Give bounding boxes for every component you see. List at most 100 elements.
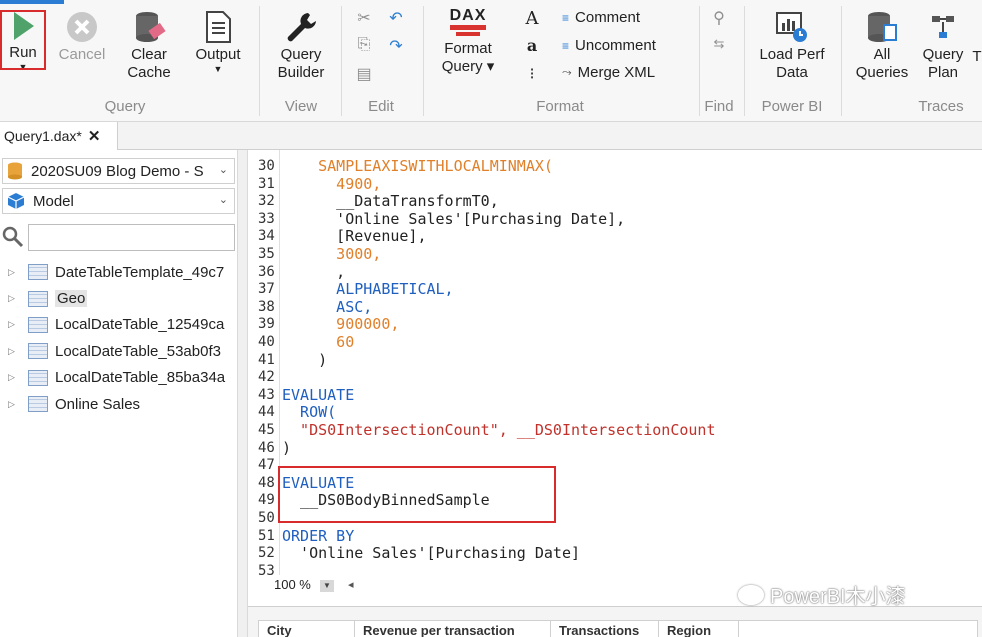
table-item[interactable]: ▷ LocalDateTable_85ba34a <box>0 365 238 391</box>
table-item[interactable]: ▷ DateTableTemplate_49c7 <box>0 259 238 285</box>
code-line: 60 <box>282 333 355 351</box>
cancel-button[interactable]: Cancel <box>54 10 110 64</box>
expand-icon[interactable]: ▷ <box>8 372 22 383</box>
perf-chart-icon <box>776 12 807 42</box>
align-icon[interactable]: ⁝ <box>521 64 543 84</box>
code-line: 3000, <box>282 245 382 263</box>
load-perf-label-2: Data <box>776 64 808 81</box>
code-line: 'Online Sales'[Purchasing Date] <box>282 544 581 563</box>
column-header[interactable]: Transactions <box>551 621 659 637</box>
comment-button[interactable]: ≡ Comment <box>562 9 640 26</box>
group-label-view: View <box>284 98 318 115</box>
format-query-label-2: Query ▾ <box>441 58 495 75</box>
output-label: Output <box>195 46 241 63</box>
document-tab-strip: Query1.dax* ✕ <box>0 122 982 150</box>
ribbon-separator <box>744 6 745 116</box>
query-builder-button[interactable]: Query Builder <box>270 10 332 82</box>
paste-icon[interactable]: ▤ <box>353 64 375 84</box>
connection-selector[interactable]: 2020SU09 Blog Demo - S ⌄ <box>2 158 235 184</box>
dax-logo-text: DAX <box>449 7 487 24</box>
merge-icon: ⤳ <box>562 65 572 79</box>
format-query-button[interactable]: DAX Format Query ▾ <box>436 8 500 76</box>
results-panel: City Revenue per transaction Transaction… <box>248 606 982 637</box>
table-icon <box>28 396 48 413</box>
clear-cache-icon <box>136 12 166 42</box>
table-item[interactable]: ▷ LocalDateTable_12549ca <box>0 312 238 338</box>
replace-icon[interactable]: ⇆ <box>708 36 730 52</box>
all-queries-button[interactable]: All Queries <box>850 10 914 82</box>
output-button[interactable]: Output ▼ <box>190 10 246 74</box>
query-builder-label-2: Builder <box>277 64 325 81</box>
table-label: LocalDateTable_53ab0f3 <box>55 342 221 360</box>
clear-cache-label-2: Cache <box>127 64 171 81</box>
expand-icon[interactable]: ▷ <box>8 346 22 357</box>
clear-cache-label-1: Clear <box>131 46 167 63</box>
metadata-search-input[interactable] <box>28 224 235 251</box>
table-label: LocalDateTable_85ba34a <box>55 369 226 387</box>
expand-icon[interactable]: ▷ <box>8 399 22 410</box>
tab-query1[interactable]: Query1.dax* ✕ <box>0 122 118 150</box>
code-line: 'Online Sales'[Purchasing Date], <box>282 209 626 228</box>
redo-icon[interactable]: ↷ <box>385 36 407 56</box>
database-icon <box>868 12 897 42</box>
scroll-left-icon[interactable]: ◂ <box>348 578 354 591</box>
database-icon <box>8 162 22 180</box>
run-highlight-box <box>0 10 46 70</box>
uncomment-button[interactable]: ≡ Uncomment <box>562 37 656 54</box>
group-label-power-bi: Power BI <box>761 98 823 115</box>
wechat-icon <box>738 584 764 605</box>
load-perf-data-button[interactable]: Load Perf Data <box>754 10 830 82</box>
format-query-label-1: Format <box>444 40 492 57</box>
query-plan-icon <box>932 16 954 38</box>
table-label: DateTableTemplate_49c7 <box>55 263 225 281</box>
group-label-edit: Edit <box>368 98 394 115</box>
output-dropdown-icon[interactable]: ▼ <box>190 64 246 74</box>
model-name: Model <box>33 192 74 210</box>
ribbon-overflow-button[interactable]: T <box>972 48 982 66</box>
expand-icon[interactable]: ▷ <box>8 319 22 330</box>
table-item[interactable]: ▷ LocalDateTable_53ab0f3 <box>0 338 238 364</box>
merge-xml-label: Merge XML <box>577 64 656 81</box>
cut-icon[interactable]: ✂ <box>353 8 375 28</box>
code-line: [Revenue], <box>282 227 427 246</box>
font-smaller-icon[interactable]: a <box>521 36 543 55</box>
ribbon-separator <box>341 6 342 116</box>
dax-formatter-icon: DAX <box>446 8 490 36</box>
table-label: LocalDateTable_12549ca <box>55 316 225 334</box>
uncomment-icon: ≡ <box>562 38 570 53</box>
panel-splitter[interactable] <box>238 150 248 637</box>
column-header[interactable]: Region <box>659 621 739 637</box>
ribbon-separator <box>699 6 700 116</box>
comment-label: Comment <box>575 9 641 26</box>
close-icon[interactable]: ✕ <box>88 127 101 145</box>
clear-cache-button[interactable]: Clear Cache <box>124 10 174 82</box>
column-header[interactable]: City <box>259 621 355 637</box>
find-icon[interactable]: ⚲ <box>708 8 730 28</box>
table-item[interactable]: ▷ Geo <box>0 285 238 311</box>
code-line: ORDER BY <box>282 526 355 545</box>
table-icon <box>28 290 48 307</box>
chevron-down-icon: ⌄ <box>218 194 228 206</box>
column-header[interactable]: Revenue per transaction <box>355 621 551 637</box>
merge-xml-button[interactable]: ⤳ Merge XML <box>562 64 655 81</box>
query-plan-button[interactable]: Query Plan <box>914 10 972 82</box>
code-line: ) <box>282 438 292 457</box>
expand-icon[interactable]: ▷ <box>8 293 22 304</box>
table-icon <box>28 264 48 281</box>
code-line: SAMPLEAXISWITHLOCALMINMAX( <box>282 157 553 175</box>
results-grid: City Revenue per transaction Transaction… <box>258 620 978 637</box>
highlight-box <box>278 466 556 523</box>
zoom-dropdown-icon[interactable]: ▼ <box>320 580 334 592</box>
model-selector[interactable]: Model ⌄ <box>2 188 235 214</box>
expand-icon[interactable]: ▷ <box>8 267 22 278</box>
undo-icon[interactable]: ↶ <box>385 8 407 28</box>
copy-icon[interactable]: ⎘ <box>353 36 375 54</box>
zoom-level: 100 % <box>274 577 311 592</box>
ribbon-overflow-label: T <box>972 48 982 65</box>
group-label-format: Format <box>536 98 584 115</box>
font-larger-icon[interactable]: A <box>521 8 543 29</box>
table-item[interactable]: ▷ Online Sales <box>0 391 238 417</box>
cancel-icon <box>67 12 97 42</box>
metadata-panel: 2020SU09 Blog Demo - S ⌄ Model ⌄ ▷ DateTa… <box>0 150 238 637</box>
all-queries-label-1: All <box>873 46 891 63</box>
